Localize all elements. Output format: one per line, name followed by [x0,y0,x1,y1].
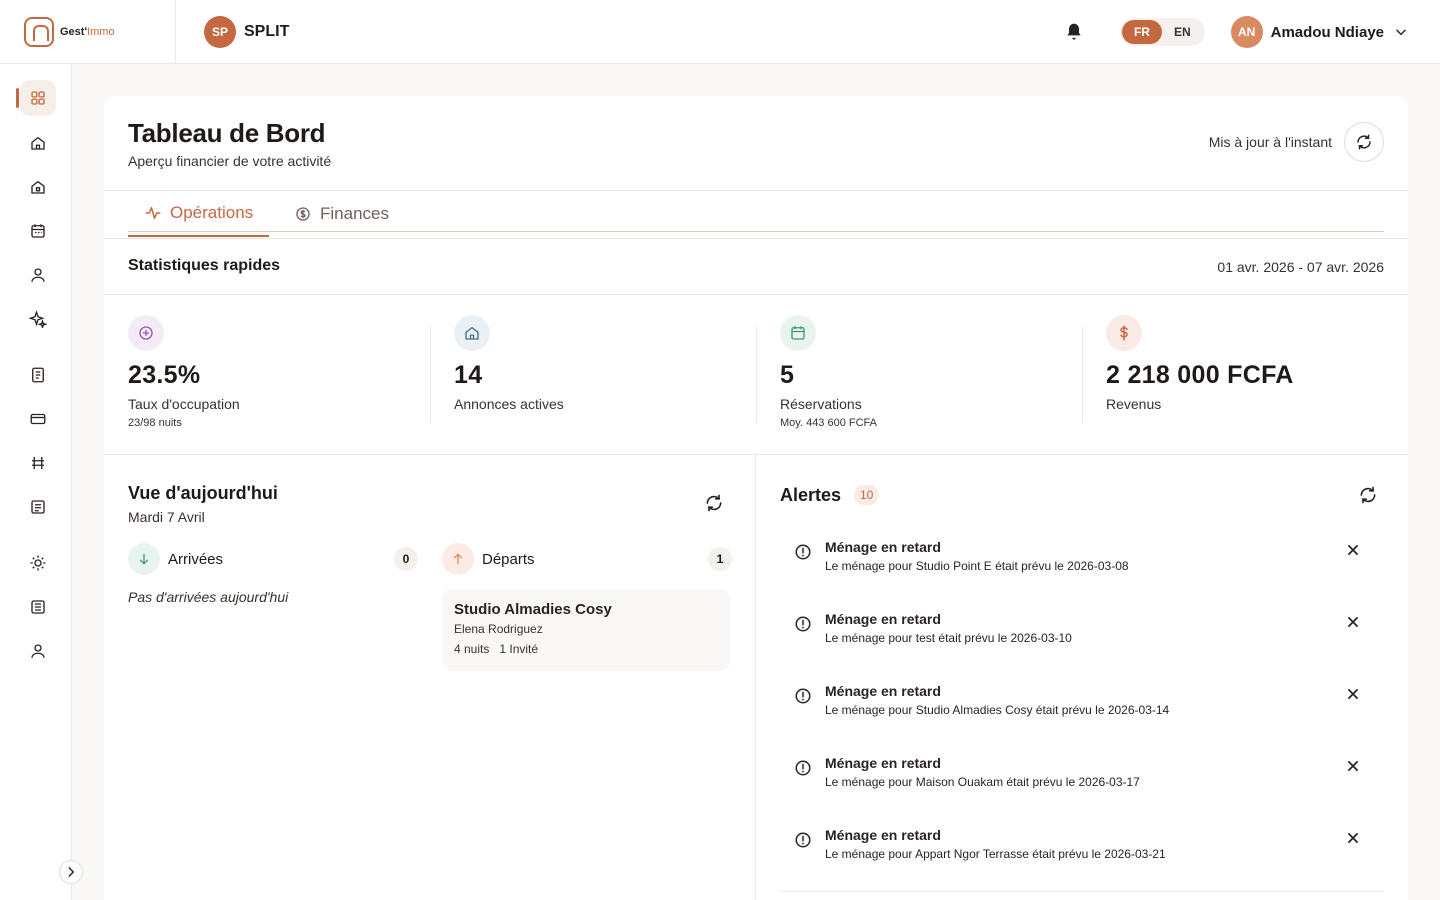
workspace-switcher[interactable]: SP SPLIT [204,15,290,48]
sidebar-item-channels[interactable] [20,445,56,481]
document-icon [32,367,44,383]
quick-stats-title: Statistiques rapides [128,257,281,274]
tab-operations[interactable]: Opérations [128,191,270,237]
arrow-up-icon [442,543,474,575]
sidebar-item-buildings[interactable] [20,169,56,205]
plus-circle-icon [128,315,164,351]
user-name: Amadou Ndiaye [1270,23,1384,41]
sidebar-item-theme[interactable] [20,545,56,581]
dollar-icon [1106,315,1142,351]
language-switcher: FR EN [1119,18,1205,46]
sidebar-item-dashboard[interactable] [16,80,56,116]
alert-item: Ménage en retard Le ménage pour Maison O… [780,755,1384,827]
today-date: Mardi 7 Avril [128,509,205,525]
sun-icon [30,555,46,571]
alerts-panel: Alertes 10 Ménage en retard Le ménage po… [756,455,1408,900]
user-avatar: AN [1230,16,1263,48]
page-subtitle: Aperçu financier de votre activité [128,153,332,169]
user-icon [31,268,45,282]
sidebar-collapse-button[interactable] [59,860,83,884]
sidebar-item-documents[interactable] [20,357,56,393]
sidebar-item-notes[interactable] [20,589,56,625]
quick-stats-header: Statistiques rapides 01 avr. 2026 - 07 a… [104,238,1408,295]
card-icon [30,413,46,425]
notes-icon [31,600,45,614]
tab-finances[interactable]: Finances [278,191,405,237]
chevron-right-icon [68,867,75,877]
alert-item: Ménage en retard Le ménage pour Studio A… [780,683,1384,755]
sidebar-item-profile[interactable] [20,633,56,669]
stats-row: 23.5% Taux d'occupation 23/98 nuits 14 A… [104,295,1408,455]
sidebar-item-payments[interactable] [20,401,56,437]
calendar-icon [780,315,816,351]
alert-item: Ménage en retard Le ménage pour Studio P… [780,539,1384,611]
brand-logo-icon [24,16,54,47]
departure-card[interactable]: Studio Almadies Cosy Elena Rodriguez 4 n… [442,589,730,671]
refresh-icon[interactable] [1358,485,1378,505]
sidebar-item-calendar[interactable] [20,213,56,249]
sidebar [0,64,83,900]
sidebar-item-ai[interactable] [20,301,56,337]
stat-occupancy: 23.5% Taux d'occupation 23/98 nuits [128,315,430,429]
refresh-icon[interactable] [704,493,724,513]
alerts-title: Alertes [780,485,842,505]
alert-item: Ménage en retard Le ménage pour Appart N… [780,827,1384,899]
dashboard-card: Tableau de Bord Aperçu financier de votr… [104,96,1408,900]
alert-item: Ménage en retard Le ménage pour test éta… [780,611,1384,683]
page-title: Tableau de Bord [128,118,326,148]
close-icon[interactable] [1346,759,1360,773]
workspace-name: SPLIT [244,22,290,40]
coin-icon [296,207,310,221]
alert-circle-icon [795,688,811,704]
refresh-icon [1357,134,1371,150]
sidebar-item-reports[interactable] [20,489,56,525]
bell-icon[interactable] [1064,22,1084,42]
grid-icon [31,91,45,105]
stat-reservations: 5 Réservations Moy. 443 600 FCFA [756,315,1082,429]
user-menu[interactable]: AN Amadou Ndiaye [1230,16,1408,48]
sidebar-item-properties[interactable] [20,125,56,161]
top-bar: Gest'Immo SP SPLIT FR EN AN Amadou Ndiay… [0,0,1440,64]
activity-icon [145,207,161,219]
alerts-count-badge: 10 [854,485,880,505]
arrow-down-icon [128,543,160,575]
refresh-button[interactable] [1344,122,1384,162]
brand-name: Gest'Immo [60,25,115,38]
lang-en-button[interactable]: EN [1162,20,1203,44]
today-panel: Vue d'aujourd'hui Mardi 7 Avril Arrivées… [104,455,756,900]
workspace-avatar: SP [204,15,236,48]
arrivals-header: Arrivées 0 [128,543,418,575]
calendar-icon [31,224,45,238]
sidebar-item-guests[interactable] [20,257,56,293]
list-icon [31,500,45,514]
departures-header: Départs 1 [442,543,732,575]
today-title: Vue d'aujourd'hui [128,483,278,503]
stat-revenue: 2 218 000 FCFA Revenus [1082,315,1408,425]
close-icon[interactable] [1346,543,1360,557]
stat-listings: 14 Annonces actives [430,315,756,425]
arrivals-count: 0 [394,547,418,571]
hash-icon [32,457,44,469]
close-icon[interactable] [1346,687,1360,701]
building-icon [31,180,45,194]
close-icon[interactable] [1346,831,1360,845]
last-updated-text: Mis à jour à l'instant [1208,134,1332,150]
alert-circle-icon [795,832,811,848]
tabs: Opérations Finances [104,190,1408,238]
home-icon [454,315,490,351]
alert-circle-icon [795,760,811,776]
alert-circle-icon [795,544,811,560]
date-range[interactable]: 01 avr. 2026 - 07 avr. 2026 [1217,259,1384,275]
lang-fr-button[interactable]: FR [1121,20,1162,44]
chevron-down-icon [1396,29,1406,36]
profile-icon [31,644,45,658]
home-icon [31,136,45,150]
departures-count: 1 [708,547,732,571]
alert-circle-icon [795,616,811,632]
arrivals-empty: Pas d'arrivées aujourd'hui [128,589,289,605]
sparkles-icon [29,310,47,328]
brand[interactable]: Gest'Immo [0,0,176,64]
close-icon[interactable] [1346,615,1360,629]
